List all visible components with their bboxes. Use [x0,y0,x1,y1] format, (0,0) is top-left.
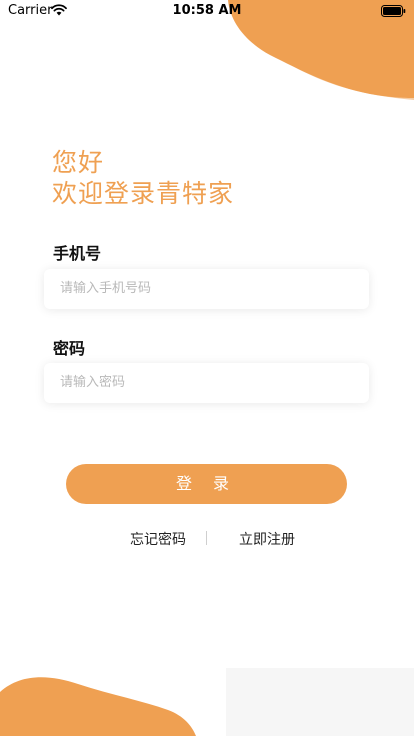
watermark-overlay [226,668,414,736]
battery-icon [381,5,406,17]
status-bar: Carrier 10:58 AM [0,0,414,22]
register-link[interactable]: 立即注册 [239,529,295,549]
password-input[interactable]: 请输入密码 [44,363,369,403]
greeting: 您好 欢迎登录青特家 [52,147,234,209]
decorative-blob-bottom [0,677,196,736]
links-divider [206,531,207,545]
phone-input[interactable]: 请输入手机号码 [44,269,369,309]
login-button[interactable]: 登 录 [66,464,347,504]
greeting-welcome: 欢迎登录青特家 [52,179,235,208]
phone-label: 手机号 [53,244,102,263]
status-time: 10:58 AM [172,3,242,18]
password-label: 密码 [53,339,86,358]
greeting-hello: 您好 [52,148,105,177]
forgot-password-link[interactable]: 忘记密码 [130,529,186,549]
